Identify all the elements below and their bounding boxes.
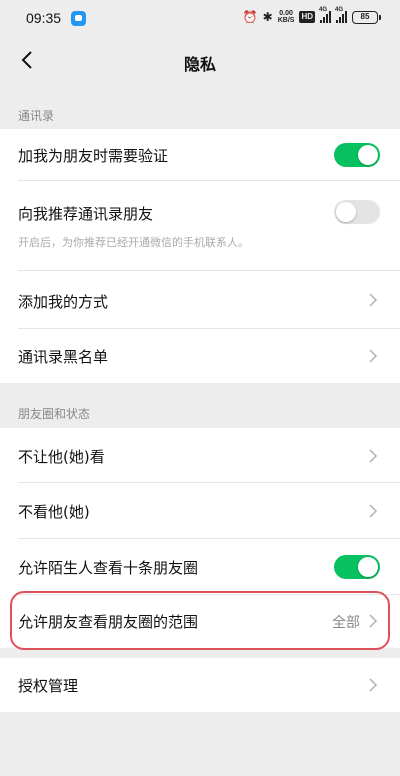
friends-range-row[interactable]: 允许朋友查看朋友圈的范围 全部: [0, 595, 400, 648]
signal-1-icon: 4G: [319, 7, 331, 23]
hide-from-row[interactable]: 不让他(她)看: [0, 428, 400, 483]
chevron-right-icon: [369, 349, 378, 363]
friends-range-value: 全部: [332, 615, 360, 631]
network-speed-unit: KB/S: [277, 17, 295, 24]
strangers-ten-row: 允许陌生人查看十条朋友圈: [0, 539, 400, 595]
verify-row: 加我为朋友时需要验证: [0, 129, 400, 181]
add-methods-label: 添加我的方式: [18, 293, 109, 311]
strangers-ten-toggle[interactable]: [334, 555, 380, 579]
blacklist-label: 通讯录黑名单: [18, 348, 109, 366]
hide-from-label: 不让他(她)看: [18, 448, 105, 466]
hd-badge: HD: [299, 11, 315, 23]
nav-bar: 隐私: [0, 36, 400, 86]
chevron-right-icon: [369, 614, 378, 628]
app-notification-icon: [71, 11, 86, 26]
recommend-hint: 开启后，为你推荐已经开通微信的手机联系人。: [18, 236, 249, 249]
chevron-right-icon: [369, 678, 378, 692]
not-view-row[interactable]: 不看他(她): [0, 483, 400, 539]
battery-icon: 85: [352, 10, 381, 24]
page-title: 隐私: [183, 55, 216, 74]
auth-row[interactable]: 授权管理: [0, 658, 400, 712]
status-icons: ⏰ ✱ 0.00 KB/S HD 4G 4G 85: [242, 7, 381, 25]
verify-label: 加我为朋友时需要验证: [18, 147, 169, 165]
signal-2-label: 4G: [335, 7, 344, 13]
recommend-row: 向我推荐通讯录朋友 开启后，为你推荐已经开通微信的手机联系人。: [0, 181, 400, 271]
status-time: 09:35: [26, 10, 62, 26]
section-header-contacts: 通讯录: [18, 109, 55, 123]
network-speed-value: 0.00: [279, 10, 293, 17]
friends-range-label: 允许朋友查看朋友圈的范围: [18, 613, 199, 631]
chevron-right-icon: [369, 293, 378, 307]
verify-toggle[interactable]: [334, 143, 380, 167]
network-speed: 0.00 KB/S: [278, 10, 295, 24]
section-header-moments: 朋友圈和状态: [18, 407, 91, 421]
toggle-knob: [336, 202, 356, 222]
blacklist-row[interactable]: 通讯录黑名单: [0, 329, 400, 383]
recommend-toggle[interactable]: [334, 200, 380, 224]
strangers-ten-label: 允许陌生人查看十条朋友圈: [18, 559, 199, 577]
alarm-icon: ⏰: [242, 10, 258, 24]
recommend-label: 向我推荐通讯录朋友: [18, 205, 154, 223]
not-view-label: 不看他(她): [18, 503, 90, 521]
add-methods-row[interactable]: 添加我的方式: [0, 271, 400, 329]
toggle-knob: [358, 557, 378, 577]
toggle-knob: [358, 145, 378, 165]
bluetooth-icon: ✱: [262, 10, 273, 24]
status-bar: 09:35 ⏰ ✱ 0.00 KB/S HD 4G 4G 85: [0, 0, 400, 36]
chevron-right-icon: [369, 449, 378, 463]
chevron-right-icon: [369, 504, 378, 518]
auth-label: 授权管理: [18, 677, 79, 695]
signal-1-label: 4G: [319, 7, 328, 13]
signal-2-icon: 4G: [335, 7, 347, 23]
